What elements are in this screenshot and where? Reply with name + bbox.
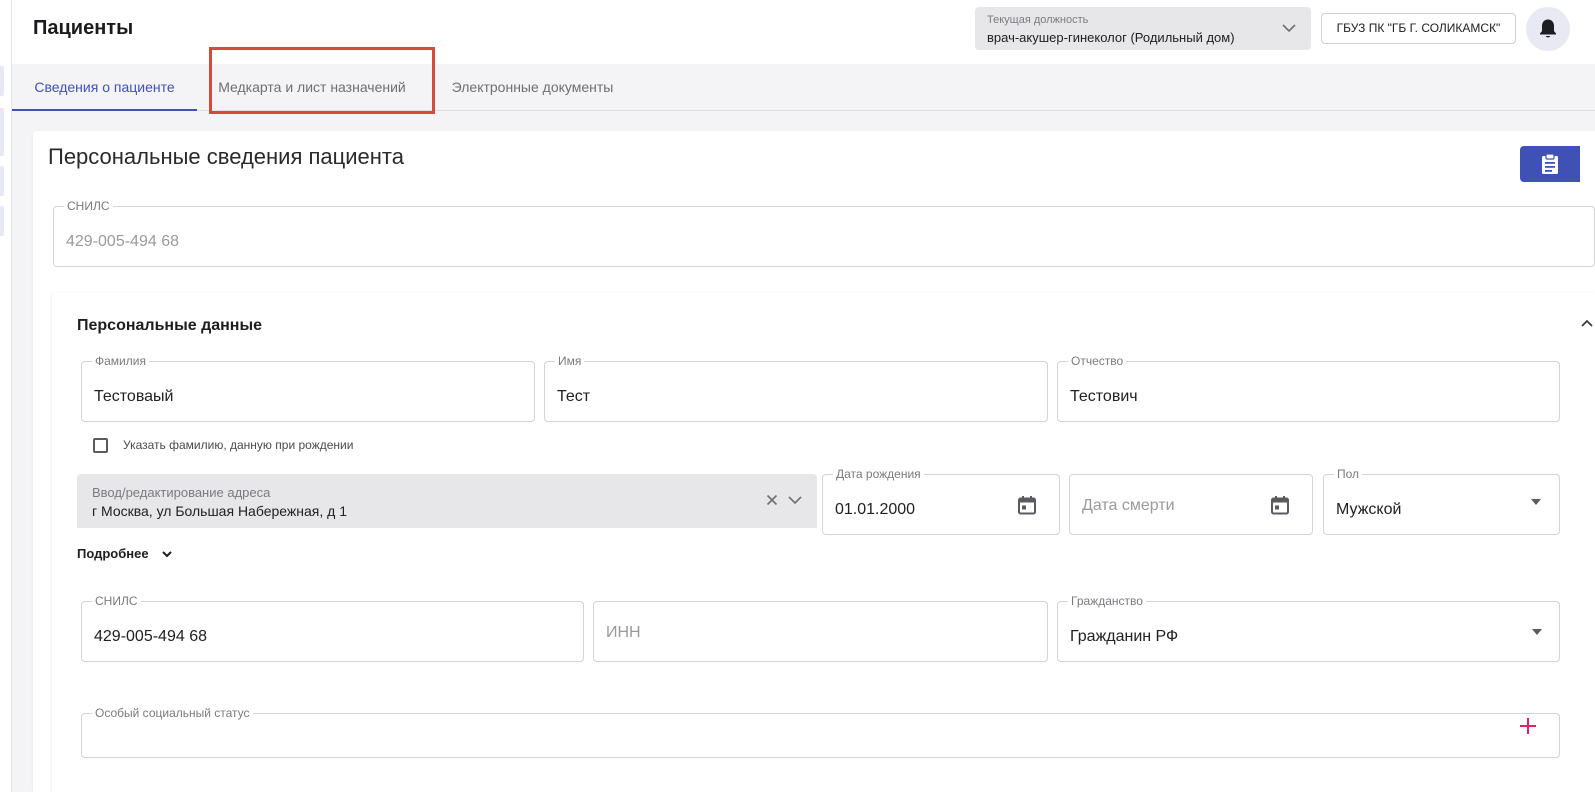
name-label: Имя xyxy=(555,354,585,368)
sidebar-item[interactable] xyxy=(0,108,4,156)
address-label: Ввод/редактирование адреса xyxy=(92,485,271,500)
sidebar-item[interactable] xyxy=(0,166,4,196)
name-value: Тест xyxy=(557,388,591,405)
notifications-button[interactable] xyxy=(1526,7,1570,51)
bell-icon xyxy=(1540,19,1556,38)
citizenship-value: Гражданин РФ xyxy=(1070,628,1179,645)
snils-label: СНИЛС xyxy=(92,594,141,608)
personal-data-panel: Персональные данные Фамилия Тестоваый Им… xyxy=(52,293,1595,792)
death-date-field[interactable]: Дата смерти xyxy=(1069,474,1313,535)
snils-readonly-label: СНИЛС xyxy=(64,199,113,213)
snils-readonly-value: 429-005-494 68 xyxy=(66,233,179,250)
citizenship-label: Гражданство xyxy=(1068,594,1146,608)
position-select[interactable]: Текущая должность врач-акушер-гинеколог … xyxy=(975,7,1311,50)
gender-label: Пол xyxy=(1334,467,1363,481)
birth-date-label: Дата рождения xyxy=(833,467,924,481)
snils-value: 429-005-494 68 xyxy=(94,628,207,645)
calendar-icon[interactable] xyxy=(1269,494,1291,516)
more-toggle[interactable]: Подробнее xyxy=(77,545,172,563)
address-input[interactable]: Ввод/редактирование адреса г Москва, ул … xyxy=(77,474,817,528)
tab-highlight-box xyxy=(209,47,435,114)
left-sidebar xyxy=(0,0,12,792)
inn-placeholder: ИНН xyxy=(606,624,641,641)
patient-tabs: Сведения о пациенте Медкарта и лист назн… xyxy=(12,47,1595,114)
position-select-value: врач-акушер-гинеколог (Родильный дом) xyxy=(987,30,1235,45)
tab-patient-info[interactable]: Сведения о пациенте xyxy=(12,64,197,111)
dropdown-arrow-icon xyxy=(1532,629,1542,635)
snils-field[interactable]: СНИЛС 429-005-494 68 xyxy=(81,594,584,662)
dropdown-arrow-icon xyxy=(1531,499,1541,505)
patronymic-value: Тестович xyxy=(1070,388,1138,405)
more-toggle-label: Подробнее xyxy=(77,546,149,561)
gender-value: Мужской xyxy=(1336,501,1402,518)
birth-surname-checkbox-label: Указать фамилию, данную при рождении xyxy=(123,438,354,452)
patronymic-label: Отчество xyxy=(1068,354,1127,368)
chevron-down-icon[interactable] xyxy=(787,492,803,508)
organization-button[interactable]: ГБУЗ ПК "ГБ Г. СОЛИКАМСК" xyxy=(1321,13,1516,44)
surname-label: Фамилия xyxy=(92,354,149,368)
patronymic-field[interactable]: Отчество Тестович xyxy=(1057,354,1560,422)
social-status-label: Особый социальный статус xyxy=(92,706,253,720)
citizenship-select[interactable]: Гражданство Гражданин РФ xyxy=(1057,594,1560,662)
sidebar-item[interactable] xyxy=(0,66,4,96)
birth-surname-checkbox[interactable] xyxy=(93,438,108,453)
snils-readonly-field: СНИЛС 429-005-494 68 xyxy=(53,199,1595,267)
sidebar-item[interactable] xyxy=(0,206,4,236)
clipboard-button[interactable] xyxy=(1520,146,1580,182)
address-value: г Москва, ул Большая Набережная, д 1 xyxy=(92,503,347,519)
add-icon[interactable] xyxy=(1518,716,1538,736)
birth-date-value: 01.01.2000 xyxy=(835,501,916,518)
position-select-label: Текущая должность xyxy=(987,14,1089,26)
gender-select[interactable]: Пол Мужской xyxy=(1323,467,1560,535)
birth-date-field[interactable]: Дата рождения 01.01.2000 xyxy=(822,467,1060,535)
personal-data-title: Персональные данные xyxy=(77,317,263,334)
inn-field[interactable]: ИНН xyxy=(593,601,1048,662)
clipboard-icon xyxy=(1542,153,1558,174)
surname-field[interactable]: Фамилия Тестоваый xyxy=(81,354,535,422)
chevron-up-icon[interactable] xyxy=(1579,315,1595,331)
surname-value: Тестоваый xyxy=(94,388,174,405)
chevron-down-icon xyxy=(1282,24,1296,33)
death-date-placeholder: Дата смерти xyxy=(1082,497,1175,514)
social-status-field[interactable]: Особый социальный статус xyxy=(81,706,1560,758)
patient-card: Персональные сведения пациента СНИЛС 429… xyxy=(33,131,1595,792)
tab-electronic-docs[interactable]: Электронные документы xyxy=(440,64,625,111)
close-icon[interactable] xyxy=(766,494,778,506)
chevron-down-icon xyxy=(162,551,172,558)
app-root: Пациенты Текущая должность врач-акушер-г… xyxy=(0,0,1595,792)
section-title: Персональные сведения пациента xyxy=(48,144,404,169)
name-field[interactable]: Имя Тест xyxy=(544,354,1048,422)
calendar-icon[interactable] xyxy=(1016,494,1038,516)
page-title: Пациенты xyxy=(33,17,134,39)
